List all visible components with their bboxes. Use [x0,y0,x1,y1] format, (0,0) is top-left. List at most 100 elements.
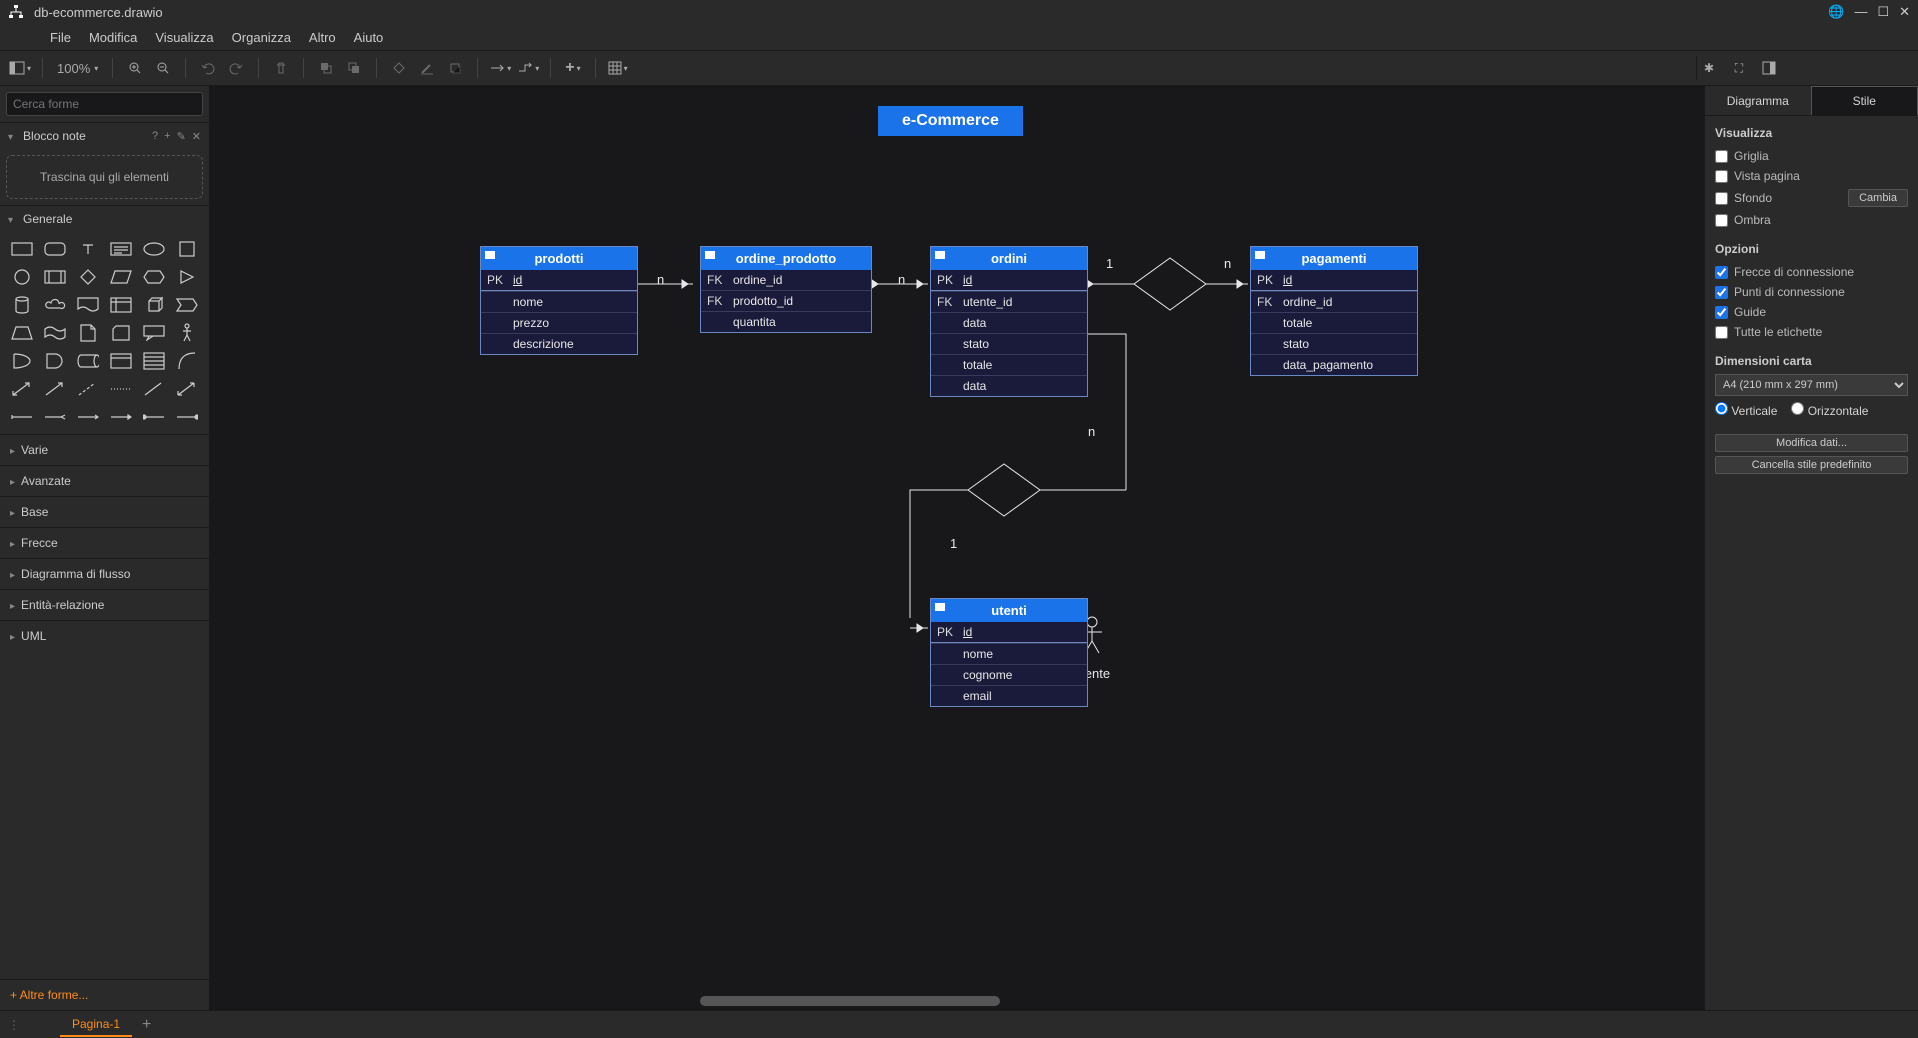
shape-card[interactable] [107,322,134,344]
shape-arrow[interactable] [41,378,68,400]
shape-line[interactable] [141,378,168,400]
zoom-level[interactable]: 100%▾ [53,61,102,76]
shape-internal[interactable] [107,294,134,316]
add-page-button[interactable]: + [142,1016,151,1034]
shape-parallelogram[interactable] [107,266,134,288]
shape-cloud[interactable] [41,294,68,316]
waypoint-icon[interactable]: ▾ [516,56,540,80]
shape-link4[interactable] [107,406,134,428]
shape-tape[interactable] [41,322,68,344]
shape-circle[interactable] [8,266,35,288]
shape-process[interactable] [41,266,68,288]
clear-style-button[interactable]: Cancella stile predefinito [1715,456,1908,474]
radio-horizontal[interactable] [1791,402,1804,415]
shape-link3[interactable] [74,406,101,428]
shape-cube[interactable] [141,294,168,316]
insert-icon[interactable]: +▾ [561,56,584,80]
delete-icon[interactable] [269,56,293,80]
diagram-title[interactable]: e-Commerce [878,106,1023,136]
shape-callout[interactable] [141,322,168,344]
category-arrows[interactable]: Frecce [0,527,209,558]
checkbox-guides[interactable] [1715,306,1728,319]
close-icon[interactable]: ✕ [192,130,201,143]
checkbox-conn-points[interactable] [1715,286,1728,299]
entity-utenti[interactable]: utenti PKid nome cognome email [930,598,1088,707]
shape-roundrect[interactable] [41,238,68,260]
minimize-button[interactable]: — [1854,4,1867,20]
checkbox-background[interactable] [1715,192,1728,205]
shape-curve[interactable] [174,350,201,372]
search-input[interactable] [6,92,203,116]
entity-pagamenti[interactable]: pagamenti PKid FKordine_id totale stato … [1250,246,1418,376]
fill-color-icon[interactable] [387,56,411,80]
shape-diamond[interactable] [74,266,101,288]
paper-size-select[interactable]: A4 (210 mm x 297 mm) [1715,374,1908,396]
shape-square[interactable] [174,238,201,260]
edit-data-button[interactable]: Modifica dati... [1715,434,1908,452]
canvas[interactable]: e-Commerce [210,86,1704,1010]
checkbox-pageview[interactable] [1715,170,1728,183]
table-icon[interactable]: ▾ [606,56,630,80]
shape-step[interactable] [174,294,201,316]
fullscreen-icon[interactable]: ⛶ [1727,56,1751,80]
shape-link6[interactable] [174,406,201,428]
shape-note[interactable] [74,322,101,344]
connection-icon[interactable]: ▾ [488,56,512,80]
shape-and[interactable] [41,350,68,372]
scratchpad-header[interactable]: Blocco note ?+✎✕ [0,122,209,149]
close-button[interactable]: ✕ [1899,4,1910,20]
shape-trapezoid[interactable] [8,322,35,344]
shape-bidir-line[interactable] [174,378,201,400]
category-flowchart[interactable]: Diagramma di flusso [0,558,209,589]
menu-extras[interactable]: Altro [309,30,336,45]
edit-icon[interactable]: ✎ [177,130,186,143]
shape-line-dashed[interactable] [74,378,101,400]
change-bg-button[interactable]: Cambia [1848,189,1908,207]
shape-arrow-bidir[interactable] [8,378,35,400]
shape-link1[interactable] [8,406,35,428]
undo-icon[interactable] [196,56,220,80]
zoom-out-icon[interactable] [151,56,175,80]
checkbox-shadow[interactable] [1715,214,1728,227]
tab-diagram[interactable]: Diagramma [1705,86,1811,115]
shape-text[interactable] [74,238,101,260]
horizontal-scrollbar[interactable] [700,996,1000,1006]
redo-icon[interactable] [224,56,248,80]
shape-line-dotted[interactable] [107,378,134,400]
shape-container[interactable] [107,350,134,372]
shape-document[interactable] [74,294,101,316]
checkbox-grid[interactable] [1715,150,1728,163]
maximize-button[interactable]: ☐ [1877,4,1889,20]
page-tab[interactable]: Pagina-1 [60,1013,132,1037]
shape-triangle[interactable] [174,266,201,288]
category-uml[interactable]: UML [0,620,209,651]
shape-textbox[interactable] [107,238,134,260]
sidebar-toggle-icon[interactable]: ▾ [8,56,32,80]
menu-help[interactable]: Aiuto [354,30,384,45]
help-icon[interactable]: ? [152,130,158,143]
shape-cylinder[interactable] [8,294,35,316]
menu-edit[interactable]: Modifica [89,30,137,45]
theme-icon[interactable]: ✱ [1697,56,1721,80]
shape-hexagon[interactable] [141,266,168,288]
more-shapes-button[interactable]: + Altre forme... [0,979,209,1010]
menu-file[interactable]: File [50,30,71,45]
general-header[interactable]: Generale [0,205,209,232]
category-er[interactable]: Entità-relazione [0,589,209,620]
shape-datastore[interactable] [74,350,101,372]
shape-actor[interactable] [174,322,201,344]
format-panel-icon[interactable] [1757,56,1781,80]
shape-ellipse[interactable] [141,238,168,260]
to-back-icon[interactable] [342,56,366,80]
category-misc[interactable]: Varie [0,434,209,465]
shadow-icon[interactable] [443,56,467,80]
globe-icon[interactable]: 🌐 [1828,4,1844,20]
category-advanced[interactable]: Avanzate [0,465,209,496]
zoom-in-icon[interactable] [123,56,147,80]
entity-ordini[interactable]: ordini PKid FKutente_id data stato total… [930,246,1088,397]
shape-link2[interactable] [41,406,68,428]
line-color-icon[interactable] [415,56,439,80]
menu-arrange[interactable]: Organizza [232,30,291,45]
to-front-icon[interactable] [314,56,338,80]
shape-list[interactable] [141,350,168,372]
